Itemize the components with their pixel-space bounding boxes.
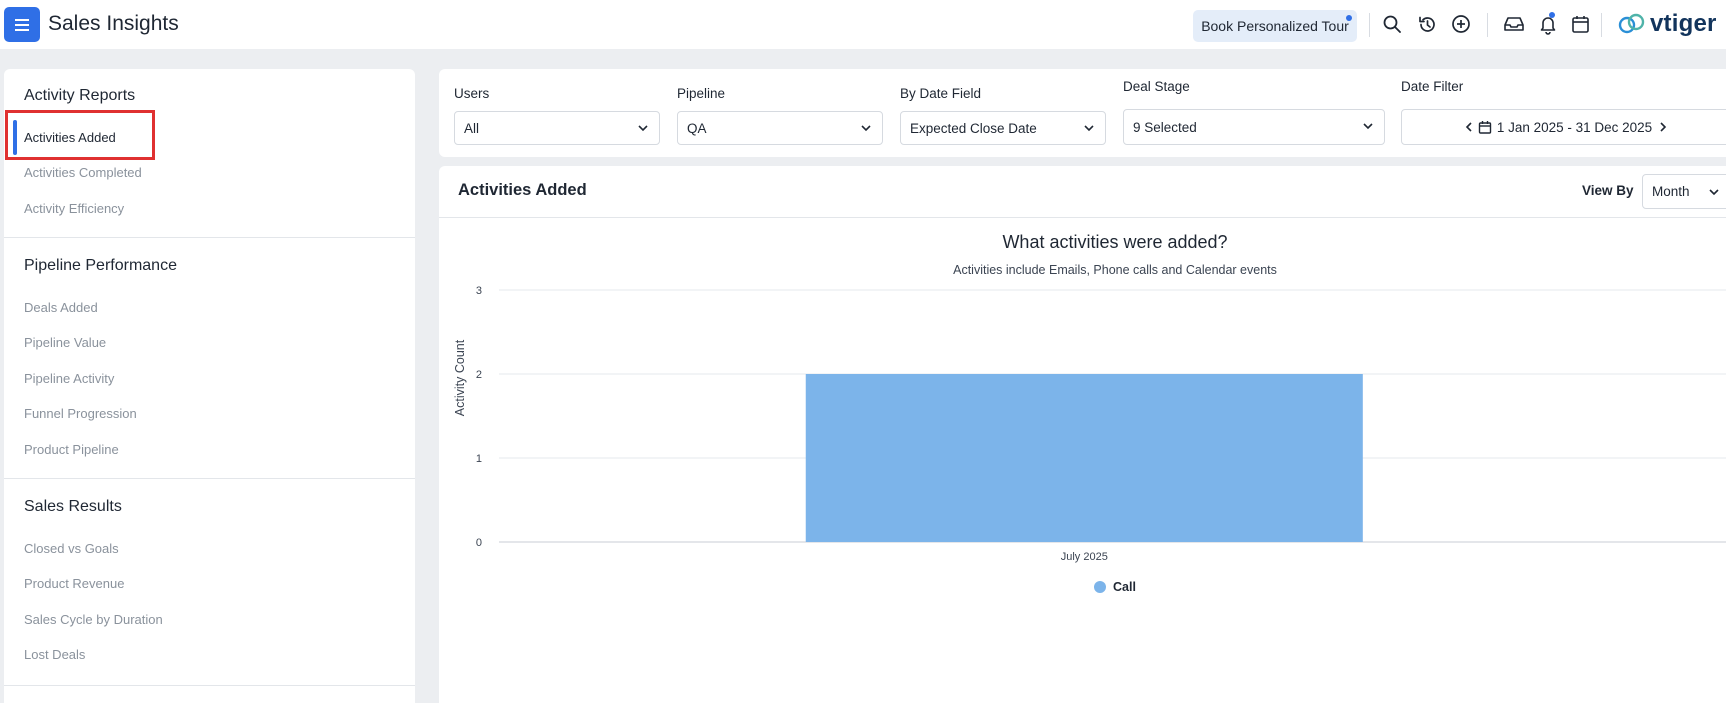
chart-subtitle: Activities include Emails, Phone calls a… [953, 263, 1277, 277]
x-tick-label: July 2025 [1061, 551, 1108, 563]
date-field-select[interactable]: Expected Close Date [900, 111, 1106, 145]
divider [1487, 13, 1488, 37]
y-tick-label: 0 [476, 537, 482, 549]
deal-stage-value: 9 Selected [1133, 119, 1197, 135]
app-title: Sales Insights [48, 12, 179, 35]
sidebar-item-pipeline-value[interactable]: Pipeline Value [24, 335, 106, 350]
divider [4, 478, 415, 479]
pipeline-select[interactable]: QA [677, 111, 883, 145]
chevron-left-icon[interactable] [1464, 121, 1474, 133]
legend-label: Call [1113, 580, 1136, 594]
cloud-logo-icon [1618, 13, 1645, 34]
sidebar-item-activities-completed[interactable]: Activities Completed [24, 165, 142, 180]
sidebar-item-lost-deals[interactable]: Lost Deals [24, 647, 85, 662]
sidebar-item-product-pipeline[interactable]: Product Pipeline [24, 442, 119, 457]
deal-stage-label: Deal Stage [1123, 79, 1190, 94]
notification-dot [1346, 15, 1352, 21]
section-activity-reports: Activity Reports [24, 87, 136, 104]
report-sidebar: Activity Reports Activities Added Activi… [4, 69, 415, 703]
pipeline-label: Pipeline [677, 86, 726, 101]
users-value: All [464, 120, 480, 136]
view-by-select[interactable]: Month [1642, 174, 1726, 209]
view-by-label: View By [1582, 183, 1634, 198]
y-tick-label: 2 [476, 369, 482, 381]
sidebar-item-activities-added[interactable]: Activities Added [24, 130, 116, 145]
y-tick-label: 3 [476, 285, 482, 297]
legend-item[interactable]: Call [1094, 580, 1136, 594]
filter-bar: Users All Pipeline QA By Date Field Expe… [439, 69, 1726, 157]
menu-icon [15, 18, 29, 31]
active-indicator [13, 120, 17, 155]
date-filter-label: Date Filter [1401, 79, 1464, 94]
brand-logo[interactable]: vtiger [1617, 10, 1717, 37]
date-range-value: 1 Jan 2025 - 31 Dec 2025 [1496, 119, 1653, 135]
calendar-icon[interactable] [1568, 12, 1592, 36]
users-select[interactable]: All [454, 111, 660, 145]
chevron-right-icon[interactable] [1658, 121, 1668, 133]
chevron-down-icon [1084, 125, 1094, 132]
date-field-value: Expected Close Date [910, 120, 1037, 136]
history-icon[interactable] [1415, 12, 1439, 36]
chevron-down-icon [1363, 123, 1373, 130]
sidebar-item-activity-efficiency[interactable]: Activity Efficiency [24, 201, 124, 216]
search-icon[interactable] [1380, 12, 1404, 36]
section-pipeline-performance: Pipeline Performance [24, 257, 177, 274]
activities-chart: What activities were added? Activities i… [453, 232, 1726, 594]
chevron-down-icon [861, 125, 871, 132]
divider [1369, 13, 1370, 37]
bell-icon[interactable] [1536, 12, 1560, 36]
chart-title: What activities were added? [1002, 232, 1227, 252]
legend-marker [1094, 581, 1106, 593]
inbox-icon[interactable] [1502, 12, 1526, 36]
divider [1601, 13, 1602, 37]
sidebar-item-sales-cycle-by-duration[interactable]: Sales Cycle by Duration [24, 612, 163, 627]
notification-dot [1549, 12, 1555, 18]
bar-call[interactable] [805, 374, 1363, 542]
divider [4, 237, 415, 238]
section-sales-results: Sales Results [24, 498, 122, 515]
pipeline-value: QA [687, 120, 707, 136]
sidebar-item-pipeline-activity[interactable]: Pipeline Activity [24, 371, 114, 386]
sidebar-item-deals-added[interactable]: Deals Added [24, 300, 98, 315]
chevron-down-icon [1708, 188, 1719, 195]
book-tour-label: Book Personalized Tour [1201, 18, 1349, 34]
sidebar-item-closed-vs-goals[interactable]: Closed vs Goals [24, 541, 119, 556]
view-by-value: Month [1652, 184, 1690, 199]
book-tour-button[interactable]: Book Personalized Tour [1193, 10, 1357, 42]
calendar-icon [1478, 121, 1492, 134]
add-circle-icon[interactable] [1449, 12, 1473, 36]
divider [4, 685, 415, 686]
sidebar-item-funnel-progression[interactable]: Funnel Progression [24, 406, 137, 421]
date-filter-picker[interactable]: 1 Jan 2025 - 31 Dec 2025 [1401, 109, 1726, 145]
report-card: Activities Added View By Month What acti… [439, 166, 1726, 703]
y-axis-label: Activity Count [453, 339, 467, 416]
date-field-label: By Date Field [900, 86, 982, 101]
y-tick-label: 1 [476, 453, 482, 465]
menu-button[interactable] [4, 7, 40, 42]
brand-name: vtiger [1650, 10, 1717, 37]
chevron-down-icon [638, 125, 648, 132]
top-bar: Sales Insights Book Personalized Tour vt… [0, 0, 1726, 49]
report-title: Activities Added [458, 181, 587, 199]
deal-stage-select[interactable]: 9 Selected [1123, 109, 1385, 145]
users-label: Users [454, 86, 490, 101]
sidebar-item-product-revenue[interactable]: Product Revenue [24, 576, 124, 591]
